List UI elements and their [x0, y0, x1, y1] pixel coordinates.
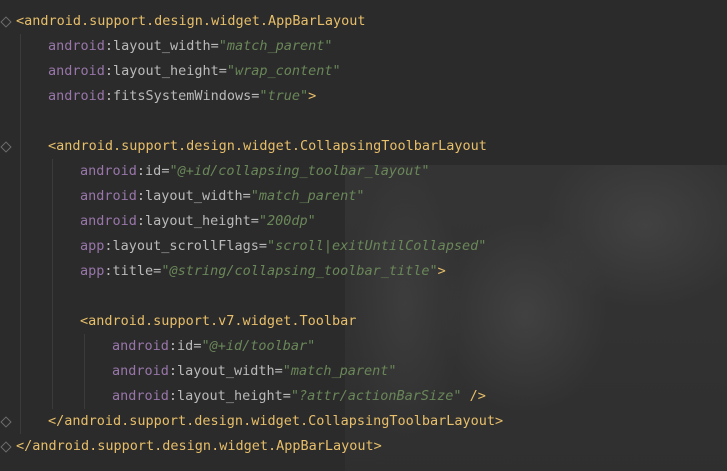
fold-icon[interactable]	[0, 141, 12, 153]
code-token-attr-val: "@+id/collapsing_toolbar_layout"	[169, 163, 430, 179]
code-token-bracket: >	[437, 263, 446, 279]
indent-guide	[52, 159, 53, 409]
code-token-punct: :	[104, 63, 114, 79]
code-token-tag: <android.support.v7.widget.Toolbar	[80, 313, 357, 329]
code-line[interactable]: android:layout_width="match_parent"	[48, 34, 333, 59]
code-line[interactable]: android:fitsSystemWindows="true">	[48, 84, 316, 109]
code-token-punct: :	[104, 263, 113, 279]
code-token-punct: :	[168, 363, 178, 379]
code-line[interactable]: android:layout_width="match_parent"	[112, 359, 397, 384]
code-token-attr-ns: app	[80, 263, 105, 279]
code-line[interactable]: </android.support.design.widget.Collapsi…	[48, 409, 503, 434]
code-token-tag: <android.support.design.widget.AppBarLay…	[16, 13, 366, 29]
code-token-punct: =	[250, 213, 259, 229]
code-token-attr-val: "match_parent"	[250, 188, 365, 204]
code-token-attr-name: layout_width	[113, 38, 211, 54]
code-token-punct: :	[104, 238, 113, 254]
code-token-attr-ns: android	[112, 363, 169, 379]
code-line[interactable]: <android.support.design.widget.Collapsin…	[48, 134, 487, 159]
code-token-attr-val: "200dp"	[258, 213, 316, 229]
code-token-attr-ns: android	[80, 213, 137, 229]
code-line[interactable]: android:layout_height="wrap_content"	[48, 59, 341, 84]
code-token-tag: </android.support.design.widget.AppBarLa…	[16, 438, 382, 454]
code-token-attr-val: "true"	[259, 88, 309, 104]
code-token-attr-name: layout_width	[177, 363, 275, 379]
code-token-punct: :	[168, 338, 178, 354]
code-line[interactable]: android:layout_width="match_parent"	[80, 184, 365, 209]
code-token-attr-name: id	[177, 338, 194, 354]
code-token-attr-ns: android	[112, 388, 169, 404]
code-token-attr-name: layout_height	[145, 213, 251, 229]
indent-guide	[20, 34, 21, 434]
code-token-bracket: />	[461, 388, 486, 404]
fold-icon[interactable]	[0, 16, 12, 28]
code-line[interactable]: <android.support.v7.widget.Toolbar	[80, 309, 356, 334]
code-line[interactable]: <android.support.design.widget.AppBarLay…	[16, 9, 366, 34]
code-token-punct: =	[242, 188, 251, 204]
code-token-punct: :	[136, 163, 146, 179]
code-token-punct: :	[136, 188, 146, 204]
code-token-attr-val: "?attr/actionBarSize"	[290, 388, 462, 404]
code-token-tag: <android.support.design.widget.Collapsin…	[48, 138, 487, 154]
code-token-attr-ns: android	[80, 163, 137, 179]
indent-guide	[84, 334, 85, 409]
code-token-punct: :	[104, 88, 114, 104]
code-token-punct: :	[168, 388, 178, 404]
code-token-attr-ns: android	[48, 88, 105, 104]
code-line[interactable]: android:layout_height="?attr/actionBarSi…	[112, 384, 486, 409]
code-token-punct: =	[210, 38, 219, 54]
code-token-attr-val: "match_parent"	[282, 363, 397, 379]
code-token-punct: =	[282, 388, 291, 404]
code-token-attr-val: "match_parent"	[218, 38, 333, 54]
code-token-punct: :	[104, 38, 114, 54]
code-line[interactable]: android:id="@+id/toolbar"	[112, 334, 315, 359]
code-line[interactable]: </android.support.design.widget.AppBarLa…	[16, 434, 382, 459]
code-token-punct: =	[274, 363, 283, 379]
code-token-attr-name: layout_scrollFlags	[112, 238, 259, 254]
code-token-punct: =	[218, 63, 227, 79]
code-token-tag: </android.support.design.widget.Collapsi…	[48, 413, 504, 429]
code-token-punct: :	[136, 213, 146, 229]
code-line[interactable]: app:layout_scrollFlags="scroll|exitUntil…	[80, 234, 486, 259]
code-token-attr-ns: android	[80, 188, 137, 204]
code-token-attr-name: layout_height	[177, 388, 283, 404]
code-token-attr-name: id	[145, 163, 162, 179]
code-line[interactable]: android:id="@+id/collapsing_toolbar_layo…	[80, 159, 430, 184]
code-token-attr-ns: android	[48, 63, 105, 79]
code-token-attr-val: "@+id/toolbar"	[201, 338, 316, 354]
code-token-attr-ns: android	[48, 38, 105, 54]
code-token-attr-name: layout_width	[145, 188, 243, 204]
code-token-attr-ns: app	[80, 238, 105, 254]
code-token-attr-val: "wrap_content"	[226, 63, 341, 79]
code-token-attr-name: fitsSystemWindows	[113, 88, 252, 104]
code-editor[interactable]: <android.support.design.widget.AppBarLay…	[0, 0, 727, 471]
code-line[interactable]: android:layout_height="200dp"	[80, 209, 316, 234]
code-token-attr-val: "scroll|exitUntilCollapsed"	[266, 238, 487, 254]
code-token-attr-ns: android	[112, 338, 169, 354]
fold-icon[interactable]	[0, 441, 12, 453]
code-token-bracket: >	[308, 88, 317, 104]
fold-icon[interactable]	[0, 416, 12, 428]
code-token-attr-val: "@string/collapsing_toolbar_title"	[161, 263, 438, 279]
code-token-attr-name: layout_height	[113, 63, 219, 79]
code-token-attr-name: title	[112, 263, 154, 279]
code-token-punct: =	[258, 238, 267, 254]
code-line[interactable]: app:title="@string/collapsing_toolbar_ti…	[80, 259, 446, 284]
